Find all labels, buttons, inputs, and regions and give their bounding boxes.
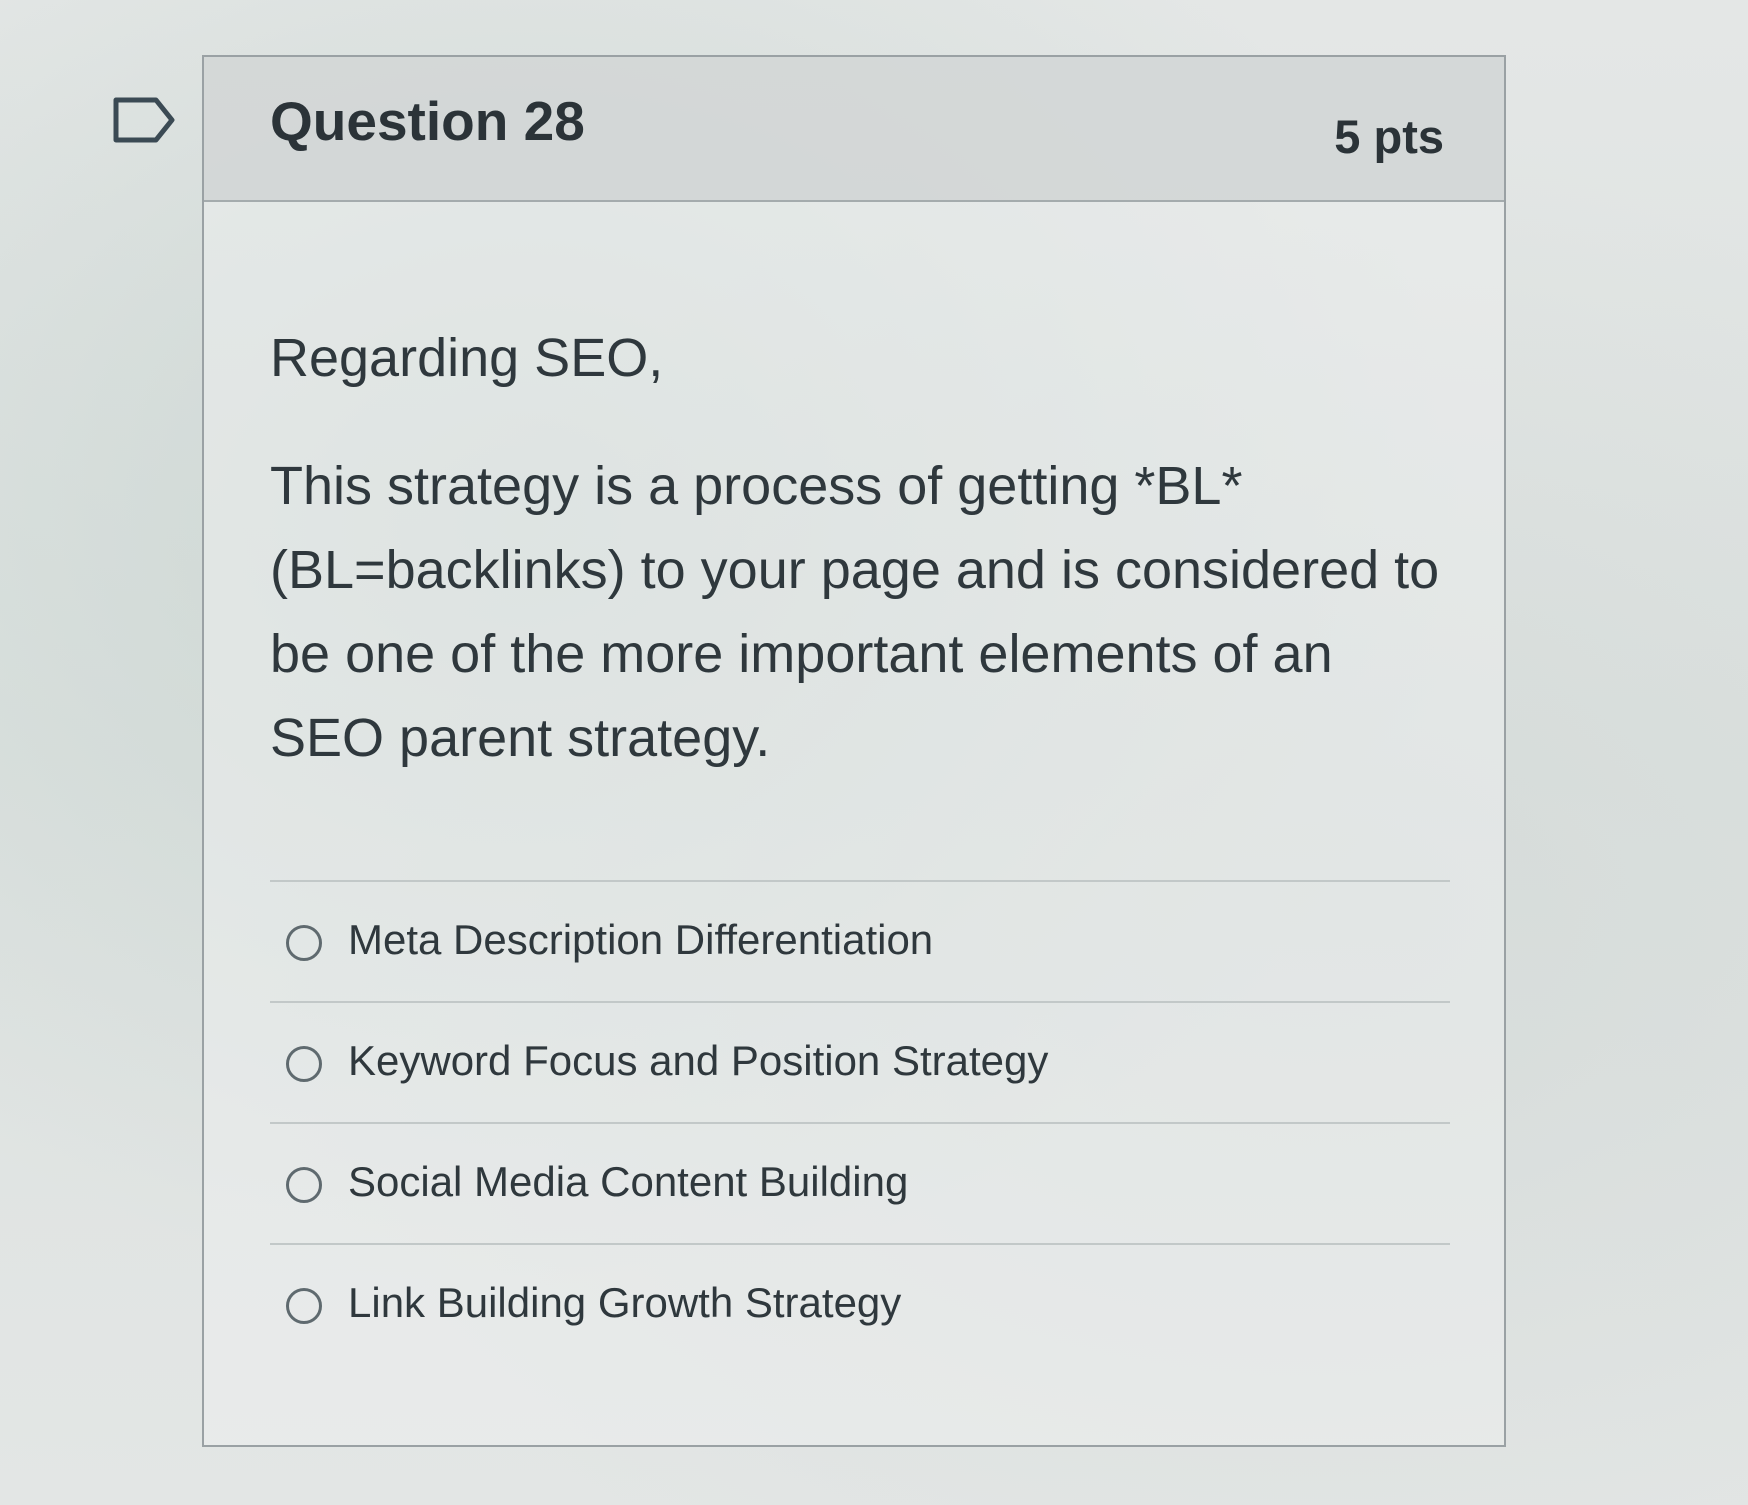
question-points: 5 pts [1334, 110, 1444, 163]
question-body: Regarding SEO, This strategy is a proces… [204, 202, 1504, 1364]
radio-button[interactable] [286, 1167, 322, 1203]
answer-label[interactable]: Meta Description Differentiation [348, 916, 933, 964]
question-header: Question 28 5 pts [204, 57, 1504, 202]
question-text: This strategy is a process of getting *B… [270, 456, 1440, 768]
answer-option[interactable]: Link Building Growth Strategy [270, 1243, 1450, 1364]
answer-option[interactable]: Meta Description Differentiation [270, 880, 1450, 1001]
radio-button[interactable] [286, 925, 322, 961]
answer-label[interactable]: Link Building Growth Strategy [348, 1279, 901, 1327]
answer-option[interactable]: Social Media Content Building [270, 1122, 1450, 1243]
question-intro: Regarding SEO, [270, 328, 664, 388]
radio-button[interactable] [286, 1288, 322, 1324]
answer-label[interactable]: Social Media Content Building [348, 1158, 908, 1206]
answer-option[interactable]: Keyword Focus and Position Strategy [270, 1001, 1450, 1122]
radio-button[interactable] [286, 1046, 322, 1082]
question-title: Question 28 [270, 90, 585, 152]
answer-label[interactable]: Keyword Focus and Position Strategy [348, 1037, 1048, 1085]
answer-list: Meta Description Differentiation Keyword… [270, 880, 1450, 1364]
flag-question-icon[interactable] [112, 96, 176, 144]
question-card: Question 28 5 pts Regarding SEO, This st… [202, 55, 1506, 1447]
